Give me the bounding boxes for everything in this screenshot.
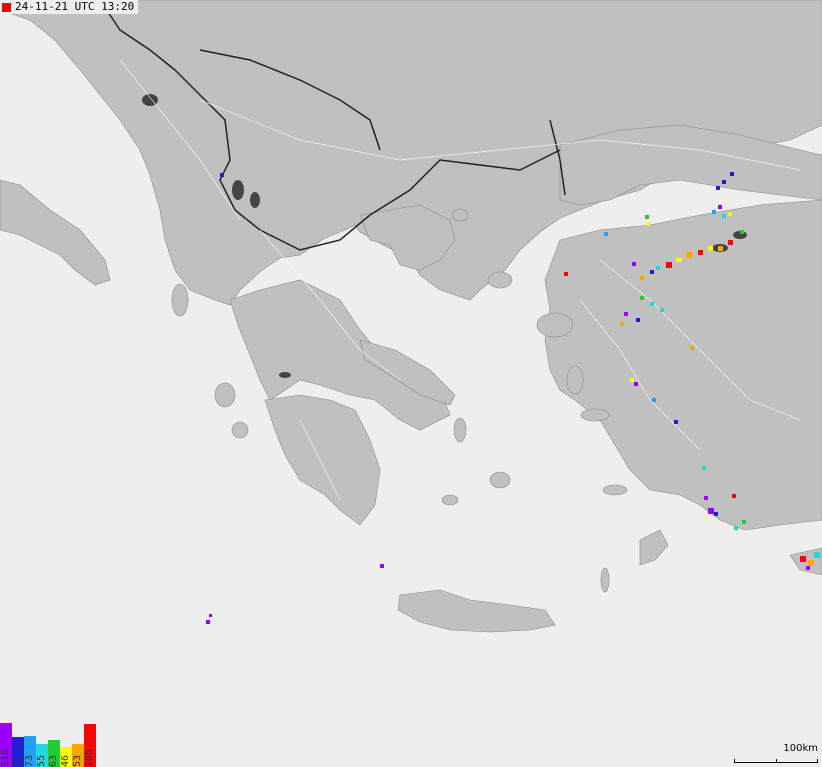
naxos [489,471,511,489]
zakynthos [231,421,249,439]
map-canvas[interactable] [0,0,822,767]
legend-bar: 105 [84,724,96,767]
legend-bar-label: 55 [36,754,47,767]
legend-bar-label: 116 [0,748,11,767]
scale-tick [734,759,735,763]
legend-bar-label: 63 [48,754,59,767]
scale-bar: 100km [734,743,818,765]
corfu [171,283,189,317]
timestamp-banner: 24-11-21 UTC 13:20 [0,0,139,14]
kos [602,484,628,496]
legend-bar: 46 [60,747,72,767]
legend-bar-label: 73 [24,754,35,767]
lesvos [536,312,574,338]
lake-prespa [250,192,260,208]
scale-tick [817,759,818,763]
timestamp-marker [2,2,11,12]
chios [566,365,584,395]
samos [580,408,610,422]
strike-count-legend: 116 71 73 55 63 46 53 105 [0,723,96,767]
legend-bar: 53 [72,744,84,767]
scale-tick [776,759,777,763]
legend-bar: 73 [24,736,36,767]
legend-bar-label: 53 [72,754,83,767]
thasos [451,208,469,222]
timestamp-text: 24-11-21 UTC 13:20 [15,0,135,13]
legend-bar: 63 [48,740,60,767]
andros [453,417,467,443]
kefalonia [214,382,236,408]
legend-bar: 71 [12,737,24,767]
lake-ohrid [232,180,244,200]
scale-label: 100km [783,743,818,754]
karpathos [600,567,610,593]
legend-bar-label: 105 [84,748,95,767]
legend-bar-label: 46 [60,754,71,767]
legend-bar-label: 71 [12,754,23,767]
lemnos [487,271,513,289]
milos [441,494,459,506]
lake-trichonida [279,372,291,378]
legend-bar: 116 [0,723,12,767]
legend-bar: 55 [36,744,48,767]
